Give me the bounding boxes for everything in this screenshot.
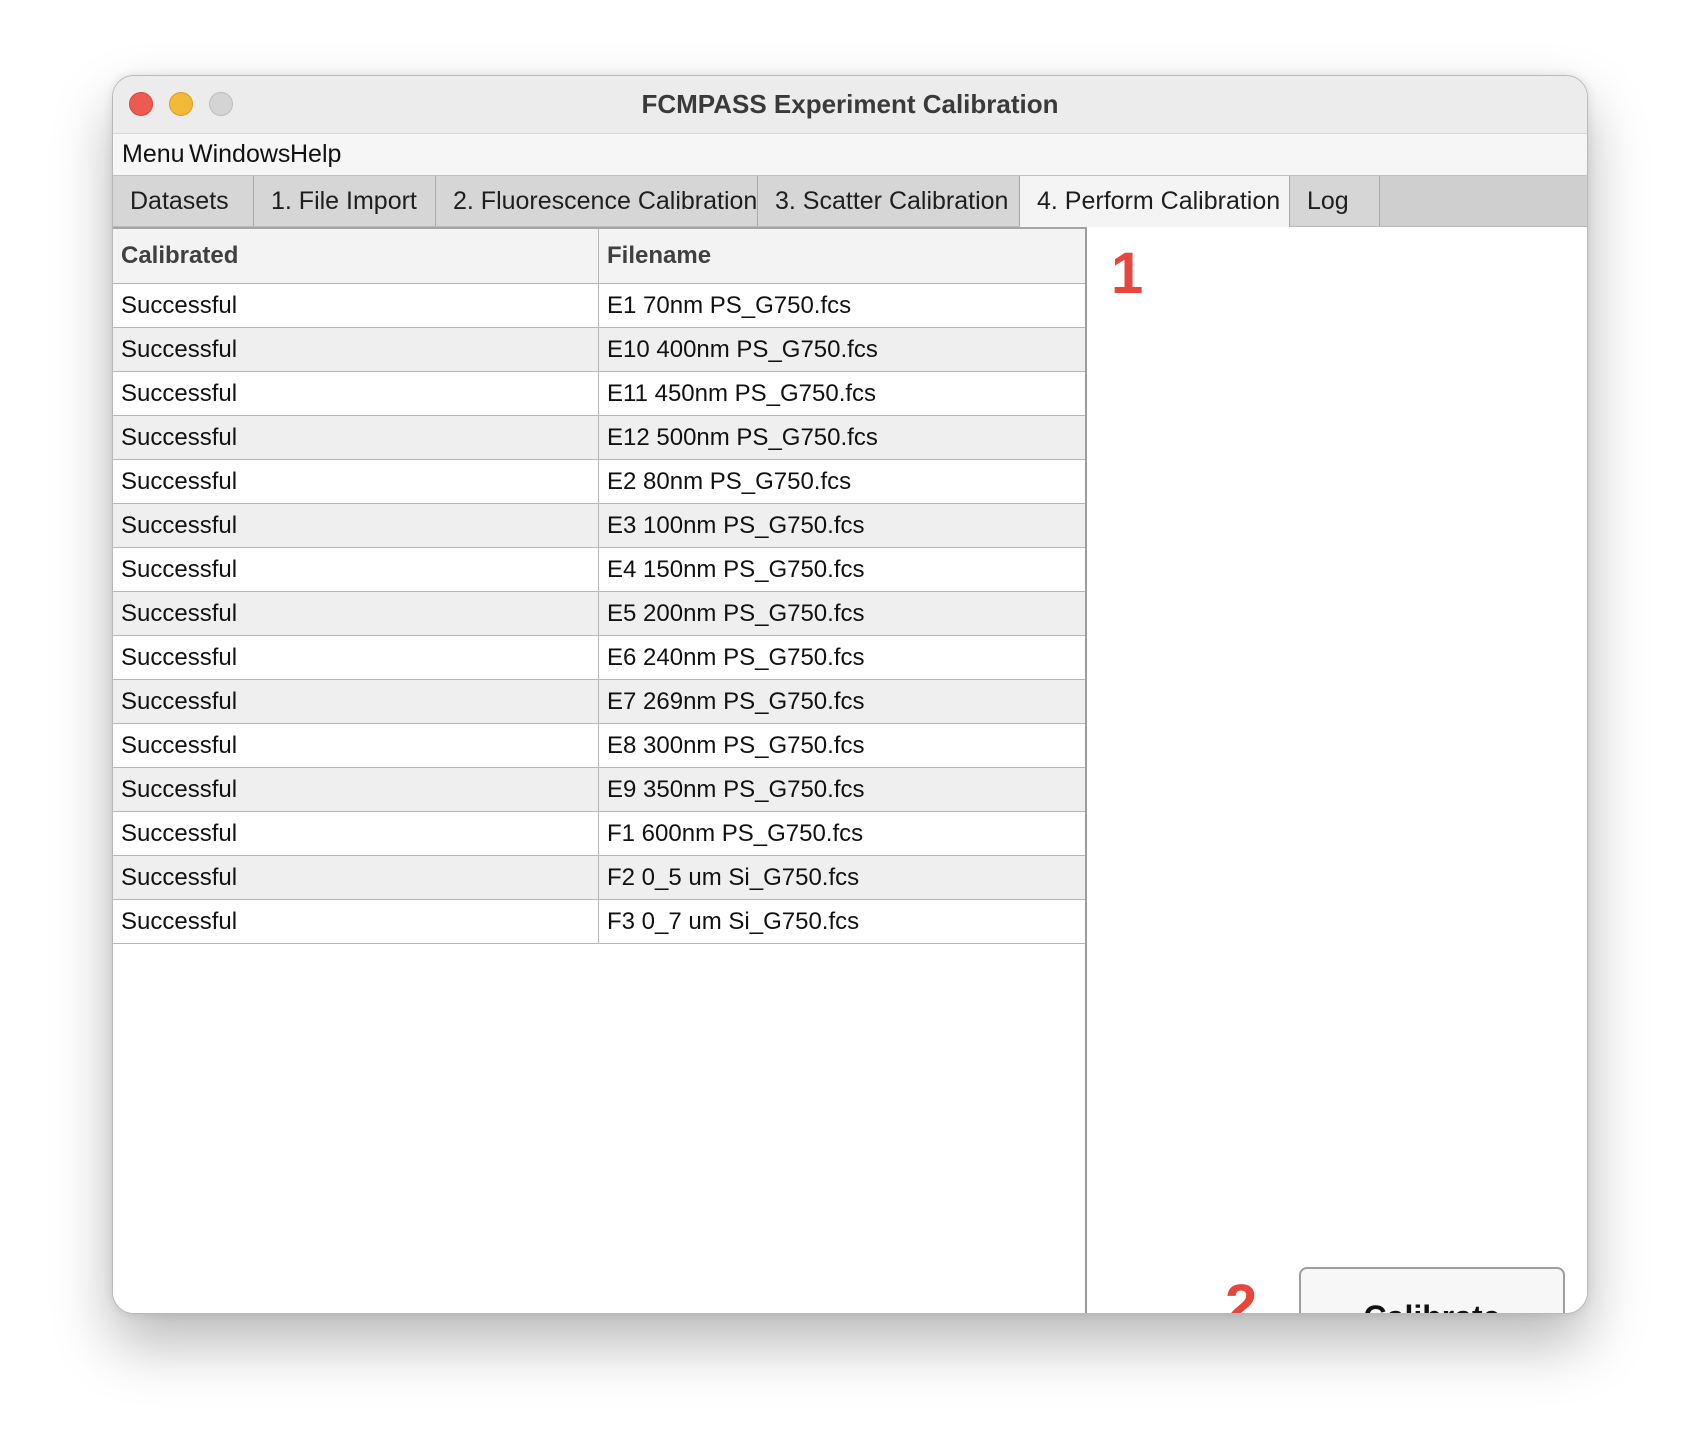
calibration-results-table-area: Calibrated Filename Successful E1 70nm PS… [113,227,1087,1313]
menu-windows[interactable]: Windows [189,134,290,175]
table-row[interactable]: Successful E4 150nm PS_G750.fcs [113,548,1085,592]
table-row[interactable]: Successful E10 400nm PS_G750.fcs [113,328,1085,372]
table-header: Calibrated Filename [113,227,1085,284]
perform-calibration-panel: Calibrated Filename Successful E1 70nm PS… [113,227,1587,1313]
tab-datasets[interactable]: Datasets [113,176,254,226]
tab-log[interactable]: Log [1290,176,1380,226]
window-title: FCMPASS Experiment Calibration [641,89,1059,119]
cell-filename: E5 200nm PS_G750.fcs [607,600,865,627]
cell-calibrated-status: Successful [113,636,599,679]
menu-menu[interactable]: Menu [122,134,185,175]
cell-filename: E6 240nm PS_G750.fcs [607,644,865,671]
tab-fluorescence-calibration[interactable]: 2. Fluorescence Calibration [436,176,758,226]
table-row[interactable]: Successful F1 600nm PS_G750.fcs [113,812,1085,856]
table-body: Successful E1 70nm PS_G750.fcs Successful E… [113,284,1085,944]
cell-calibrated-status: Successful [113,900,599,943]
table-row[interactable]: Successful E3 100nm PS_G750.fcs [113,504,1085,548]
tab-scatter-calibration[interactable]: 3. Scatter Calibration [758,176,1020,226]
cell-calibrated-status: Successful [113,284,599,327]
app-window: FCMPASS Experiment Calibration Menu Wind… [112,75,1588,1314]
calibration-action-panel: 1 2 Calibrate [1087,227,1587,1313]
table-row[interactable]: Successful F2 0_5 um Si_G750.fcs [113,856,1085,900]
cell-filename: F2 0_5 um Si_G750.fcs [607,864,860,891]
cell-calibrated-status: Successful [113,416,599,459]
cell-calibrated-status: Successful [113,812,599,855]
cell-filename: E3 100nm PS_G750.fcs [607,512,865,539]
cell-filename: E4 150nm PS_G750.fcs [607,556,865,583]
cell-filename: E12 500nm PS_G750.fcs [607,424,878,451]
cell-filename: E10 400nm PS_G750.fcs [607,336,878,363]
annotation-marker-1: 1 [1111,241,1144,306]
table-row[interactable]: Successful E7 269nm PS_G750.fcs [113,680,1085,724]
column-header-calibrated[interactable]: Calibrated [113,229,599,283]
table-row[interactable]: Successful E11 450nm PS_G750.fcs [113,372,1085,416]
table-row[interactable]: Successful F3 0_7 um Si_G750.fcs [113,900,1085,944]
table-row[interactable]: Successful E2 80nm PS_G750.fcs [113,460,1085,504]
cell-filename: F1 600nm PS_G750.fcs [607,820,864,847]
calibration-results-table: Calibrated Filename Successful E1 70nm PS… [113,227,1085,944]
tab-perform-calibration[interactable]: 4. Perform Calibration [1020,176,1290,227]
menu-help[interactable]: Help [290,134,341,175]
title-bar: FCMPASS Experiment Calibration [113,76,1587,134]
table-row[interactable]: Successful E8 300nm PS_G750.fcs [113,724,1085,768]
cell-filename: E1 70nm PS_G750.fcs [607,292,852,319]
cell-calibrated-status: Successful [113,768,599,811]
cell-calibrated-status: Successful [113,548,599,591]
cell-filename: E11 450nm PS_G750.fcs [607,380,877,407]
cell-filename: E2 80nm PS_G750.fcs [607,468,852,495]
table-row[interactable]: Successful E12 500nm PS_G750.fcs [113,416,1085,460]
cell-calibrated-status: Successful [113,504,599,547]
table-row[interactable]: Successful E9 350nm PS_G750.fcs [113,768,1085,812]
cell-filename: E7 269nm PS_G750.fcs [607,688,865,715]
cell-calibrated-status: Successful [113,372,599,415]
table-row[interactable]: Successful E1 70nm PS_G750.fcs [113,284,1085,328]
column-header-filename[interactable]: Filename [599,229,1085,283]
cell-filename: F3 0_7 um Si_G750.fcs [607,908,860,935]
cell-calibrated-status: Successful [113,724,599,767]
annotation-marker-2: 2 [1225,1273,1258,1314]
table-row[interactable]: Successful E5 200nm PS_G750.fcs [113,592,1085,636]
cell-filename: E9 350nm PS_G750.fcs [607,776,865,803]
table-row[interactable]: Successful E6 240nm PS_G750.fcs [113,636,1085,680]
cell-calibrated-status: Successful [113,592,599,635]
menu-bar: Menu Windows Help [113,134,1587,176]
cell-calibrated-status: Successful [113,328,599,371]
cell-calibrated-status: Successful [113,856,599,899]
calibrate-button[interactable]: Calibrate [1299,1267,1565,1313]
tab-file-import[interactable]: 1. File Import [254,176,436,226]
tab-bar: Datasets 1. File Import 2. Fluorescence … [113,176,1587,227]
cell-calibrated-status: Successful [113,680,599,723]
cell-filename: E8 300nm PS_G750.fcs [607,732,865,759]
cell-calibrated-status: Successful [113,460,599,503]
